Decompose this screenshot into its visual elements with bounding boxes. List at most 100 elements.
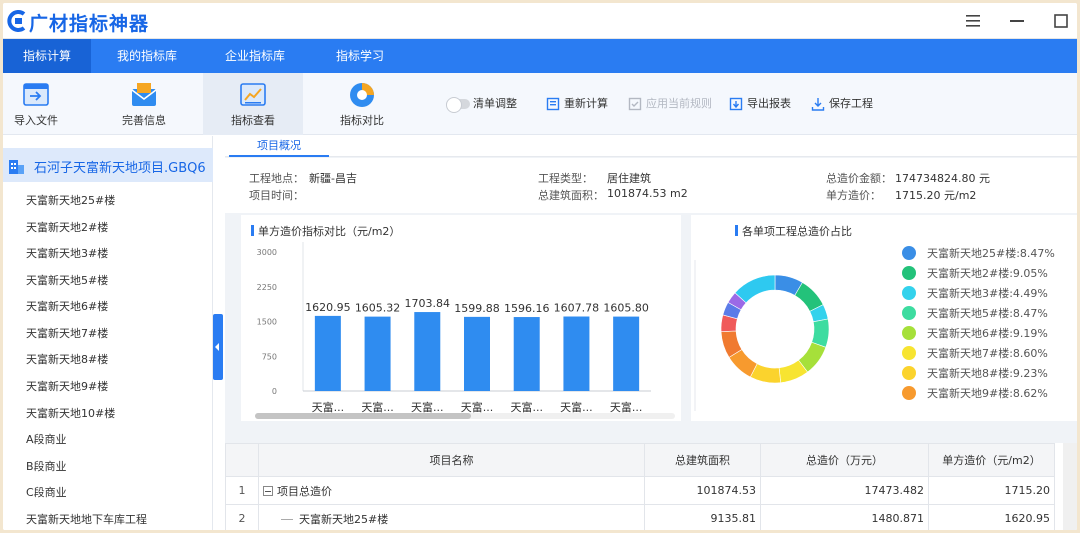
bar (314, 315, 341, 391)
export-icon (729, 97, 743, 111)
toolbar: 导入文件 完善信息 指标查看 指标对比 (3, 73, 1077, 135)
project-root[interactable]: 石河子天富新天地项目.GBQ6 (3, 148, 213, 182)
summary-table: 项目名称 总建筑面积 总造价（万元） 单方造价（元/m2） 1 项目总造价 10… (225, 443, 1077, 530)
index-view-button[interactable]: 指标查看 (203, 73, 303, 135)
tab-project-overview[interactable]: 项目概况 (229, 136, 329, 157)
legend-label: 天富新天地2#楼:9.05% (927, 266, 1048, 280)
building-icon (9, 160, 24, 174)
bar-value-label: 1703.84 (405, 297, 451, 310)
row-name-cell: 天富新天地25#楼 (258, 504, 645, 530)
save-icon (811, 98, 825, 111)
table-row[interactable]: 2 天富新天地25#楼 9135.81 1480.871 1620.95 (225, 504, 1055, 530)
type-label: 工程类型： (538, 172, 593, 185)
bar-category-label: 天富... (312, 400, 345, 414)
row-name-cell: 项目总造价 (258, 476, 645, 505)
legend-swatch (902, 346, 916, 360)
total-value: 174734824.80 元 (895, 172, 990, 185)
bar (464, 316, 490, 391)
envelope-icon (131, 83, 157, 106)
tree-item[interactable]: C段商业 (26, 484, 67, 500)
tree-item[interactable]: 天富新天地5#楼 (26, 272, 108, 288)
tab-index-learning[interactable]: 指标学习 (316, 39, 404, 73)
chart-view-icon (240, 83, 266, 106)
area-value: 101874.53 m2 (607, 187, 688, 200)
time-label: 项目时间： (249, 189, 304, 202)
index-compare-button[interactable]: 指标对比 (325, 73, 399, 135)
tree-item[interactable]: 天富新天地地下车库工程 (26, 511, 147, 527)
row-index: 2 (225, 504, 259, 530)
bar-chart-scroll-thumb (255, 413, 471, 419)
tab-enterprise-index-lib[interactable]: 企业指标库 (211, 39, 299, 73)
bar (513, 317, 540, 391)
recalc-icon (546, 97, 560, 111)
legend-label: 天富新天地9#楼:8.62% (927, 386, 1048, 400)
complete-info-label: 完善信息 (122, 114, 166, 127)
row-total: 1480.871 (760, 504, 929, 530)
bar (414, 312, 441, 391)
table-row[interactable]: 1 项目总造价 101874.53 17473.482 1715.20 (225, 476, 1055, 505)
bar-chart-panel: 单方造价指标对比（元/m2） 3000 2250 1500 750 0 1620.95 天富… (241, 215, 681, 421)
tree-item[interactable]: 天富新天地6#楼 (26, 298, 108, 314)
tree-item[interactable]: 天富新天地8#楼 (26, 351, 108, 367)
sidebar-collapse-handle[interactable] (213, 314, 223, 380)
tree-item[interactable]: A段商业 (26, 431, 67, 447)
row-unit: 1620.95 (928, 504, 1055, 530)
collapse-toggle-icon[interactable] (263, 485, 273, 496)
bar (613, 316, 640, 391)
col-total-header[interactable]: 总造价（万元） (760, 443, 929, 477)
legend-label: 天富新天地8#楼:9.23% (927, 366, 1048, 380)
tree-item[interactable]: 天富新天地3#楼 (26, 245, 108, 261)
tree-item[interactable]: 天富新天地25#楼 (26, 192, 115, 208)
project-tree: 石河子天富新天地项目.GBQ6 天富新天地25#楼 天富新天地2#楼 天富新天地… (3, 136, 213, 530)
col-name-header[interactable]: 项目名称 (258, 443, 645, 477)
bar-category-label: 天富... (411, 400, 444, 414)
bar-value-label: 1605.80 (603, 302, 649, 315)
project-info: 工程地点： 新疆-昌吉 项目时间： 工程类型： 居住建筑 总建筑面积： 1018… (225, 158, 1077, 213)
tree-item[interactable]: 天富新天地2#楼 (26, 219, 108, 235)
tab-index-calc[interactable]: 指标计算 (3, 39, 91, 73)
menu-icon[interactable] (961, 9, 985, 33)
main-content: 项目概况 工程地点： 新疆-昌吉 项目时间： 工程类型： 居住建筑 总建筑面积：… (225, 136, 1077, 530)
bar-chart-y-tick: 1500 (257, 318, 277, 327)
tree-item[interactable]: 天富新天地7#楼 (26, 325, 108, 341)
bar-chart-y-tick: 0 (272, 387, 277, 396)
export-report-label: 导出报表 (747, 97, 791, 110)
col-area-header[interactable]: 总建筑面积 (644, 443, 761, 477)
row-name: 项目总造价 (277, 484, 332, 498)
project-name: 石河子天富新天地项目.GBQ6 (34, 161, 206, 176)
bar-category-label: 天富... (361, 400, 394, 414)
bar-value-label: 1605.32 (355, 302, 401, 315)
list-adjust-toggle[interactable] (446, 97, 470, 113)
unit-cost-label: 单方造价： (826, 189, 881, 202)
row-index: 1 (225, 476, 259, 505)
complete-info-button[interactable]: 完善信息 (107, 73, 181, 135)
table-scrollbar[interactable] (1063, 443, 1077, 530)
tree-item[interactable]: 天富新天地9#楼 (26, 378, 108, 394)
legend-swatch (902, 306, 916, 320)
bar-chart-y-tick: 2250 (257, 283, 277, 292)
legend-swatch (902, 366, 916, 380)
area-label: 总建筑面积： (538, 189, 604, 202)
row-name: 天富新天地25#楼 (299, 512, 389, 526)
minimize-icon[interactable] (1005, 9, 1029, 33)
row-unit: 1715.20 (928, 476, 1055, 505)
col-unit-header[interactable]: 单方造价（元/m2） (928, 443, 1055, 477)
legend-swatch (902, 326, 916, 340)
table-header-row: 项目名称 总建筑面积 总造价（万元） 单方造价（元/m2） (225, 443, 1055, 477)
bar-chart-y-tick: 3000 (257, 248, 277, 257)
tree-item[interactable]: 天富新天地10#楼 (26, 405, 115, 421)
bar (563, 316, 590, 391)
maximize-icon[interactable] (1049, 9, 1073, 33)
import-file-button[interactable]: 导入文件 (3, 73, 69, 135)
title-bar: 广材指标神器 (3, 3, 1077, 39)
tab-my-index-lib[interactable]: 我的指标库 (103, 39, 191, 73)
apply-rule-label: 应用当前规则 (646, 97, 712, 110)
pie-chart-panel: 各单项工程总造价占比 天富新天地25#楼:8.47% 天富新天地2#楼:9.05%… (691, 215, 1077, 421)
list-adjust-label: 清单调整 (473, 97, 517, 110)
legend-label: 天富新天地7#楼:8.60% (927, 346, 1048, 360)
index-view-label: 指标查看 (231, 114, 275, 127)
tree-item[interactable]: B段商业 (26, 458, 67, 474)
save-project-label: 保存工程 (829, 97, 873, 110)
bar-category-label: 天富... (461, 400, 494, 414)
recalculate-label: 重新计算 (564, 97, 608, 110)
